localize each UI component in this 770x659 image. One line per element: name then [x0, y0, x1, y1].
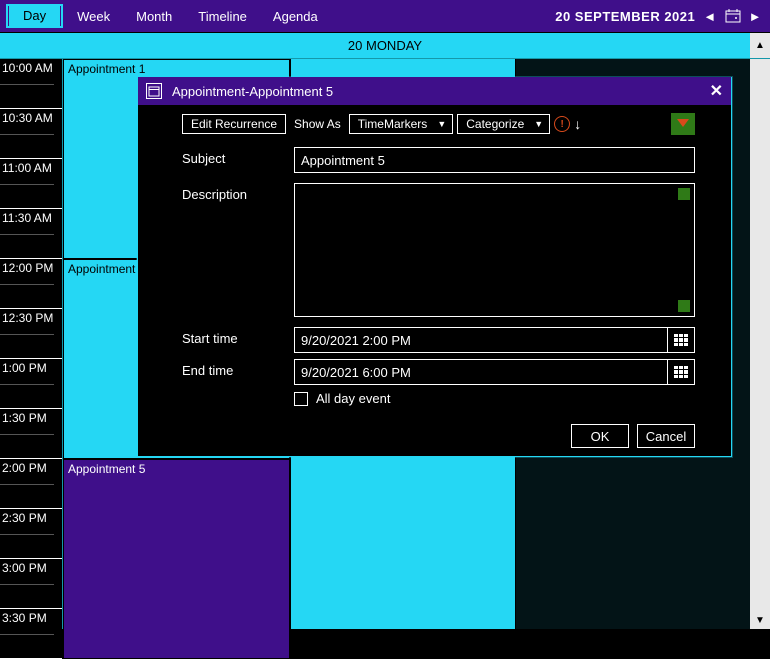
time-label: 2:30 PM	[2, 511, 47, 525]
next-arrow-icon[interactable]: ►	[749, 9, 762, 24]
appointment-block-selected[interactable]: Appointment 5	[63, 459, 290, 659]
dialog-titlebar[interactable]: Appointment-Appointment 5 ✕	[138, 77, 731, 105]
view-tab-month[interactable]: Month	[124, 6, 184, 27]
cancel-button[interactable]: Cancel	[637, 424, 695, 448]
all-day-label: All day event	[316, 391, 390, 406]
view-tab-agenda[interactable]: Agenda	[261, 6, 330, 27]
ok-button[interactable]: OK	[571, 424, 629, 448]
view-tab-day[interactable]: Day	[9, 5, 60, 26]
subject-label: Subject	[182, 147, 294, 166]
description-label: Description	[182, 183, 294, 202]
end-time-label: End time	[182, 359, 294, 378]
categorize-label: Categorize	[466, 117, 524, 131]
all-day-checkbox[interactable]	[294, 392, 308, 406]
calendar-icon	[146, 83, 162, 99]
prev-arrow-icon[interactable]: ◄	[703, 9, 716, 24]
triangle-down-icon	[677, 119, 689, 127]
time-markers-dropdown[interactable]: TimeMarkers ▼	[349, 114, 453, 134]
resize-handle-icon[interactable]	[678, 188, 690, 200]
time-label: 1:00 PM	[2, 361, 47, 375]
end-time-input[interactable]	[294, 359, 667, 385]
time-label: 12:00 PM	[2, 261, 53, 275]
scroll-up-button[interactable]: ▲	[750, 33, 770, 59]
resize-handle-icon[interactable]	[678, 300, 690, 312]
view-tab-timeline[interactable]: Timeline	[186, 6, 259, 27]
time-label: 2:00 PM	[2, 461, 47, 475]
edit-recurrence-button[interactable]: Edit Recurrence	[182, 114, 286, 134]
time-label: 10:00 AM	[2, 61, 53, 75]
calendar-icon[interactable]	[725, 8, 741, 24]
date-navigator: 20 SEPTEMBER 2021 ◄ ►	[555, 8, 762, 24]
start-time-input[interactable]	[294, 327, 667, 353]
time-label: 1:30 PM	[2, 411, 47, 425]
time-label: 11:30 AM	[2, 211, 52, 225]
scroll-down-button[interactable]: ▼	[750, 611, 770, 629]
green-dropdown-button[interactable]	[671, 113, 695, 135]
categorize-dropdown[interactable]: Categorize ▼	[457, 114, 550, 134]
low-importance-icon[interactable]: ↓	[574, 116, 581, 132]
importance-icon[interactable]: !	[554, 116, 570, 132]
chevron-down-icon: ▼	[534, 119, 543, 129]
end-time-picker-button[interactable]	[667, 359, 695, 385]
start-time-label: Start time	[182, 327, 294, 346]
day-header-row: 20 MONDAY ▲	[0, 32, 770, 58]
description-input[interactable]	[294, 183, 695, 317]
view-tab-week[interactable]: Week	[65, 6, 122, 27]
time-label: 3:30 PM	[2, 611, 47, 625]
chevron-down-icon: ▼	[437, 119, 446, 129]
view-tabs: Day Week Month Timeline Agenda	[6, 4, 330, 28]
dialog-title: Appointment-Appointment 5	[172, 84, 700, 99]
current-date-label: 20 SEPTEMBER 2021	[555, 9, 695, 24]
time-column: 10:00 AM 10:30 AM 11:00 AM 11:30 AM 12:0…	[0, 59, 63, 629]
time-label: 10:30 AM	[2, 111, 53, 125]
time-markers-label: TimeMarkers	[358, 117, 428, 131]
time-label: 12:30 PM	[2, 311, 53, 325]
start-time-picker-button[interactable]	[667, 327, 695, 353]
time-label: 11:00 AM	[2, 161, 52, 175]
dialog-toolbar: Edit Recurrence Show As TimeMarkers ▼ Ca…	[138, 105, 731, 141]
close-icon[interactable]: ✕	[710, 81, 723, 101]
time-label: 3:00 PM	[2, 561, 47, 575]
main-toolbar: Day Week Month Timeline Agenda 20 SEPTEM…	[0, 0, 770, 32]
view-tab-day-wrap: Day	[6, 4, 63, 28]
grid-icon	[674, 334, 688, 346]
dialog-footer: OK Cancel	[571, 424, 695, 448]
dialog-body: Subject Description Start time	[138, 141, 731, 414]
subject-input[interactable]	[294, 147, 695, 173]
appointment-dialog: Appointment-Appointment 5 ✕ Edit Recurre…	[137, 77, 732, 457]
day-header-label: 20 MONDAY	[348, 38, 422, 53]
show-as-label: Show As	[290, 117, 345, 131]
scrollbar[interactable]: ▼	[750, 59, 770, 629]
grid-icon	[674, 366, 688, 378]
